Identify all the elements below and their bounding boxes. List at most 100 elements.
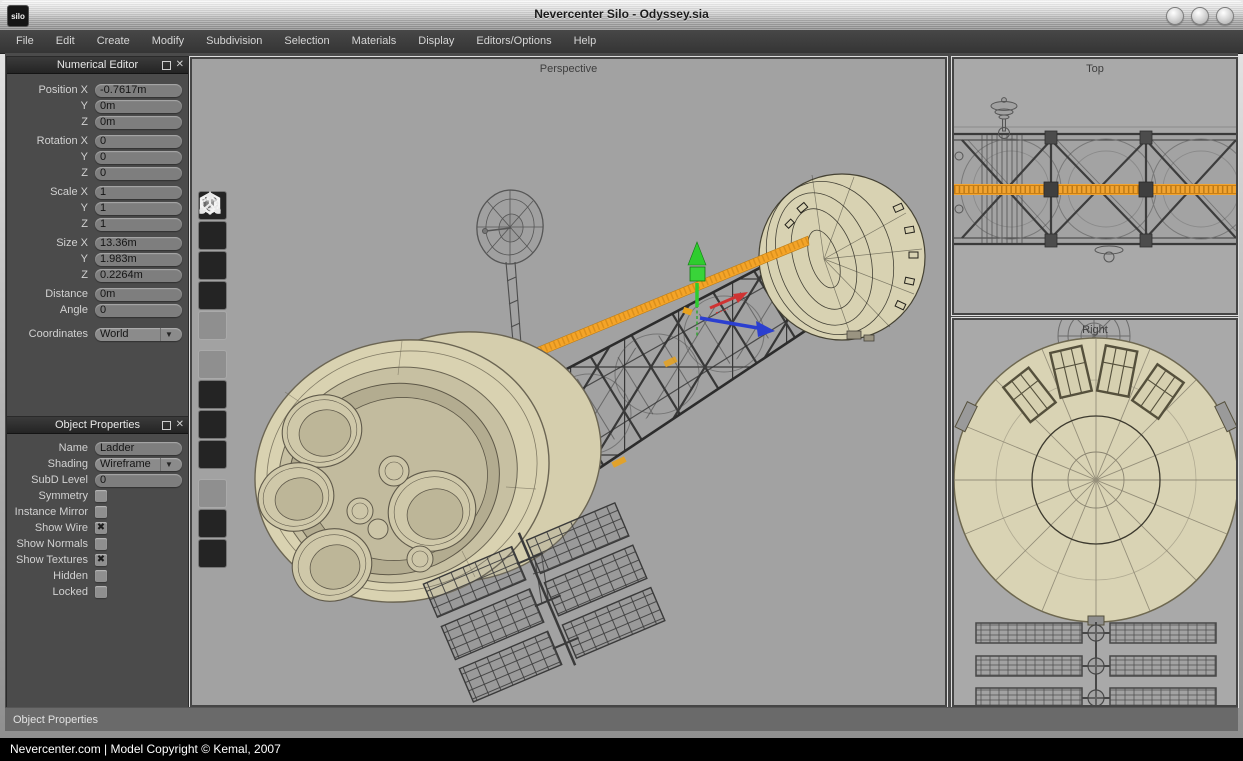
perspective-scene [192, 59, 945, 705]
field-label: SubD Level [7, 474, 95, 486]
title-bar[interactable]: silo Nevercenter Silo - Odyssey.sia [0, 0, 1243, 31]
field-label: Y [7, 100, 95, 112]
field-label: Y [7, 202, 95, 214]
locked-checkbox[interactable] [95, 586, 107, 598]
chevron-down-icon: ▼ [160, 328, 177, 341]
field-label: Hidden [7, 570, 95, 582]
position-x-field[interactable]: -0.7617m [95, 84, 182, 97]
window-close-button[interactable] [1216, 7, 1234, 25]
face-mode-button[interactable] [198, 251, 227, 280]
show-normals-checkbox[interactable] [95, 538, 107, 550]
window-maximize-button[interactable] [1191, 7, 1209, 25]
field-label: Show Wire [7, 522, 95, 534]
lasso-select-icon [198, 191, 222, 215]
name-field[interactable]: Ladder [95, 442, 182, 455]
field-label: Show Normals [7, 538, 95, 550]
numerical-editor-panel: Numerical Editor ✕ Position X-0.7617m Y0… [6, 56, 189, 418]
window-buttons [1166, 7, 1234, 25]
dropdown-value: Wireframe [100, 458, 160, 471]
menu-selection[interactable]: Selection [273, 30, 340, 53]
object-mode-button[interactable] [198, 311, 227, 340]
lasso-select-button[interactable] [198, 539, 227, 568]
object-properties-panel: Object Properties ✕ NameLadder Shading W… [6, 416, 189, 709]
scale-z-field[interactable]: 1 [95, 218, 182, 231]
size-x-field[interactable]: 13.36m [95, 237, 182, 250]
universal-manipulator-button[interactable] [198, 440, 227, 469]
menu-bar: File Edit Create Modify Subdivision Sele… [0, 30, 1243, 54]
show-textures-checkbox[interactable]: ✖ [95, 554, 107, 566]
paint-select-button[interactable] [198, 479, 227, 508]
top-scene [954, 59, 1236, 313]
position-y-field[interactable]: 0m [95, 100, 182, 113]
distance-field[interactable]: 0m [95, 288, 182, 301]
viewport-label-top: Top [954, 63, 1236, 75]
menu-subdivision[interactable]: Subdivision [195, 30, 273, 53]
panel-maximize-icon[interactable] [162, 421, 171, 430]
menu-create[interactable]: Create [86, 30, 141, 53]
menu-help[interactable]: Help [563, 30, 608, 53]
angle-field[interactable]: 0 [95, 304, 182, 317]
rotation-x-field[interactable]: 0 [95, 135, 182, 148]
chevron-down-icon: ▼ [160, 458, 177, 471]
right-scene [954, 320, 1236, 705]
size-z-field[interactable]: 0.2264m [95, 269, 182, 282]
tool-column [198, 191, 227, 568]
menu-modify[interactable]: Modify [141, 30, 195, 53]
move-tool-button[interactable] [198, 350, 227, 379]
field-label: Locked [7, 586, 95, 598]
field-label: Z [7, 269, 95, 281]
rect-select-button[interactable] [198, 509, 227, 538]
hidden-checkbox[interactable] [95, 570, 107, 582]
position-z-field[interactable]: 0m [95, 116, 182, 129]
symmetry-checkbox[interactable] [95, 490, 107, 502]
field-label: Rotation X [7, 135, 95, 147]
field-label: Show Textures [7, 554, 95, 566]
menu-display[interactable]: Display [407, 30, 465, 53]
size-y-field[interactable]: 1.983m [95, 253, 182, 266]
rotation-y-field[interactable]: 0 [95, 151, 182, 164]
panel-close-icon[interactable]: ✕ [176, 60, 184, 70]
coordinates-dropdown[interactable]: World ▼ [95, 328, 182, 341]
field-label: Z [7, 218, 95, 230]
ladder-top-view[interactable] [954, 182, 1236, 197]
menu-edit[interactable]: Edit [45, 30, 86, 53]
rotate-tool-button[interactable] [198, 380, 227, 409]
scale-y-field[interactable]: 1 [95, 202, 182, 215]
menu-editors-options[interactable]: Editors/Options [465, 30, 562, 53]
multi-mode-button[interactable] [198, 281, 227, 310]
perspective-viewport[interactable]: Perspective [190, 57, 947, 707]
field-label: Name [7, 442, 95, 454]
viewport-label-perspective: Perspective [192, 63, 945, 75]
numerical-editor-header[interactable]: Numerical Editor ✕ [7, 57, 188, 74]
subd-level-field[interactable]: 0 [95, 474, 182, 487]
panel-close-icon[interactable]: ✕ [176, 420, 184, 430]
workspace: Numerical Editor ✕ Position X-0.7617m Y0… [5, 53, 1238, 731]
object-properties-header[interactable]: Object Properties ✕ [7, 417, 188, 434]
field-label: Coordinates [7, 328, 95, 340]
field-label: Scale X [7, 186, 95, 198]
copyright-bar: Nevercenter.com | Model Copyright © Kema… [0, 738, 1243, 761]
rotation-z-field[interactable]: 0 [95, 167, 182, 180]
status-bar: Object Properties [5, 707, 1238, 731]
field-label: Y [7, 151, 95, 163]
instance-mirror-checkbox[interactable] [95, 506, 107, 518]
window-title: Nevercenter Silo - Odyssey.sia [0, 0, 1243, 30]
field-label: Z [7, 116, 95, 128]
field-label: Distance [7, 288, 95, 300]
sphere-front-view [954, 338, 1236, 625]
antenna-top-view [991, 98, 1017, 139]
show-wire-checkbox[interactable]: ✖ [95, 522, 107, 534]
field-label: Y [7, 253, 95, 265]
dropdown-value: World [100, 328, 160, 341]
top-viewport[interactable]: Top [952, 57, 1238, 315]
menu-materials[interactable]: Materials [341, 30, 408, 53]
field-label: Position X [7, 84, 95, 96]
menu-file[interactable]: File [5, 30, 45, 53]
scale-tool-button[interactable] [198, 410, 227, 439]
right-viewport[interactable]: Right [952, 318, 1238, 707]
window-minimize-button[interactable] [1166, 7, 1184, 25]
scale-x-field[interactable]: 1 [95, 186, 182, 199]
shading-dropdown[interactable]: Wireframe ▼ [95, 458, 182, 471]
panel-maximize-icon[interactable] [162, 61, 171, 70]
edge-mode-button[interactable] [198, 221, 227, 250]
